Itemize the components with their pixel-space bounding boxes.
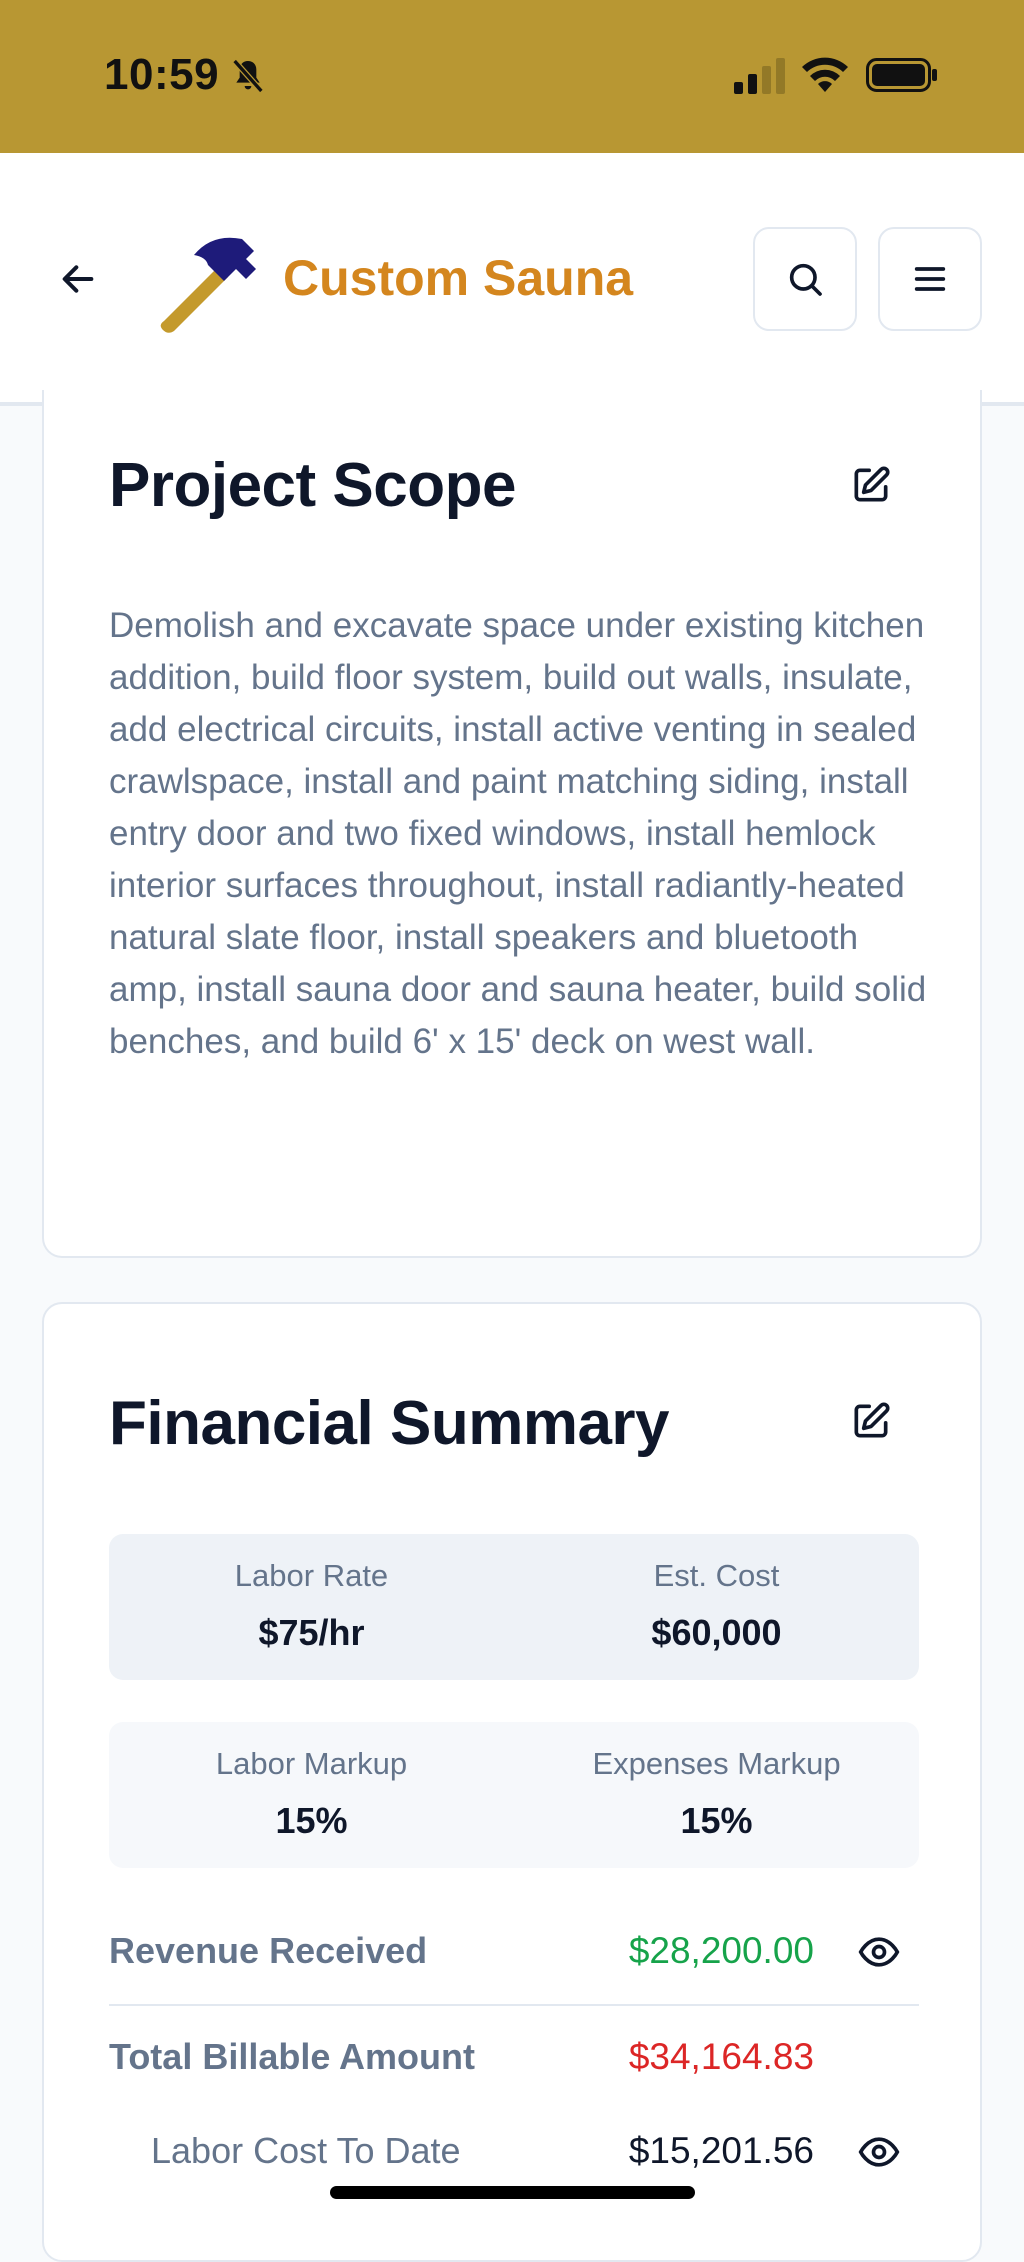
battery-icon bbox=[866, 58, 937, 92]
revenue-received-value: $28,200.00 bbox=[628, 1930, 814, 1971]
search-button[interactable] bbox=[753, 227, 857, 331]
labor-rate-label: Labor Rate bbox=[234, 1558, 389, 1593]
total-billable-row: Total Billable Amount $34,164.83 bbox=[109, 2022, 919, 2092]
edit-icon bbox=[854, 466, 890, 502]
revenue-received-label: Revenue Received bbox=[109, 1930, 428, 1971]
arrow-left-icon bbox=[62, 265, 94, 293]
back-button[interactable] bbox=[52, 253, 104, 305]
home-indicator[interactable] bbox=[330, 2186, 695, 2199]
bell-muted-icon bbox=[232, 59, 264, 93]
labor-markup-label: Labor Markup bbox=[215, 1746, 408, 1781]
eye-icon[interactable] bbox=[857, 1930, 901, 1974]
rate-cost-box: Labor Rate $75/hr Est. Cost $60,000 bbox=[109, 1534, 919, 1680]
revenue-received-row: Revenue Received $28,200.00 bbox=[109, 1916, 919, 1986]
financial-summary-card: Financial Summary Labor Rate $75/hr Est.… bbox=[42, 1302, 982, 2262]
eye-icon[interactable] bbox=[857, 2130, 901, 2174]
app-title: Custom Sauna bbox=[283, 250, 634, 306]
hammer-icon bbox=[160, 237, 256, 333]
edit-icon bbox=[854, 1402, 890, 1438]
expenses-markup-value: 15% bbox=[680, 1800, 753, 1841]
labor-rate-stat: Labor Rate $75/hr bbox=[109, 1556, 514, 1654]
edit-scope-button[interactable] bbox=[846, 460, 896, 510]
est-cost-stat: Est. Cost $60,000 bbox=[514, 1556, 919, 1654]
menu-icon bbox=[914, 267, 946, 291]
project-scope-description: Demolish and excavate space under existi… bbox=[109, 606, 927, 1061]
labor-cost-label: Labor Cost To Date bbox=[151, 2130, 461, 2171]
divider bbox=[109, 2004, 919, 2006]
expenses-markup-label: Expenses Markup bbox=[592, 1746, 841, 1781]
app-header: Custom Sauna bbox=[0, 153, 1024, 406]
edit-financial-button[interactable] bbox=[846, 1396, 896, 1446]
financial-summary-title: Financial Summary bbox=[109, 1389, 670, 1458]
expenses-markup-stat: Expenses Markup 15% bbox=[514, 1744, 919, 1842]
labor-markup-value: 15% bbox=[275, 1800, 348, 1841]
search-icon bbox=[789, 263, 822, 296]
markup-box: Labor Markup 15% Expenses Markup 15% bbox=[109, 1722, 919, 1868]
est-cost-value: $60,000 bbox=[651, 1612, 782, 1653]
total-billable-label: Total Billable Amount bbox=[109, 2036, 475, 2077]
est-cost-label: Est. Cost bbox=[653, 1558, 780, 1593]
labor-rate-value: $75/hr bbox=[258, 1612, 365, 1653]
wifi-icon bbox=[802, 57, 848, 92]
cellular-signal-icon bbox=[734, 58, 785, 94]
labor-cost-value: $15,201.56 bbox=[628, 2130, 814, 2171]
project-scope-card: Project Scope Demolish and excavate spac… bbox=[42, 390, 982, 1258]
total-billable-value: $34,164.83 bbox=[628, 2036, 814, 2077]
labor-cost-row: Labor Cost To Date $15,201.56 bbox=[109, 2116, 919, 2186]
menu-button[interactable] bbox=[878, 227, 982, 331]
status-bar: 10:59 bbox=[0, 0, 1024, 153]
labor-markup-stat: Labor Markup 15% bbox=[109, 1744, 514, 1842]
project-scope-title: Project Scope bbox=[109, 451, 516, 520]
status-time: 10:59 bbox=[104, 50, 220, 99]
